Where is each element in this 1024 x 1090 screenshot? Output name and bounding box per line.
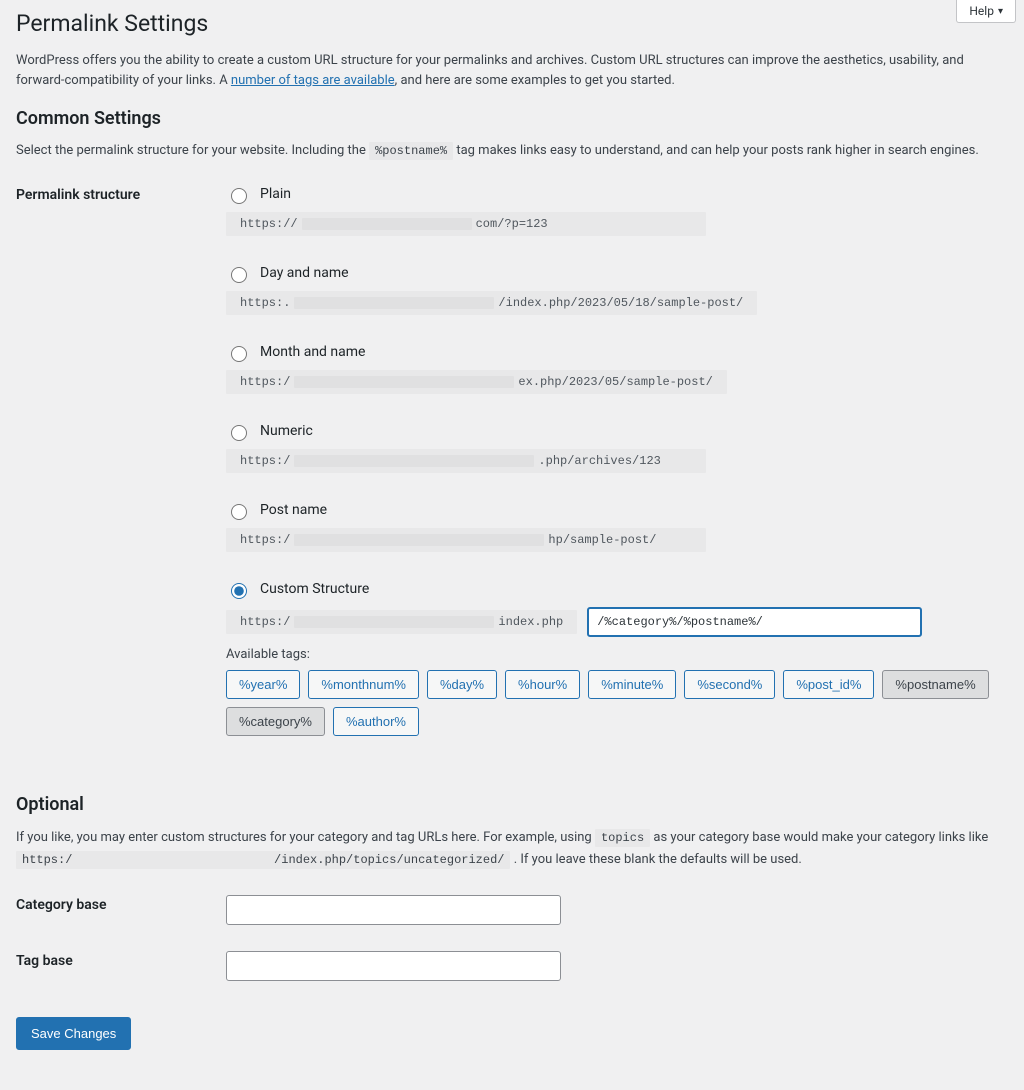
tag-base-input[interactable] — [226, 951, 561, 981]
option-month-name: Month and name https:/ ex.php/2023/05/sa… — [226, 343, 1008, 394]
common-settings-desc: Select the permalink structure for your … — [16, 141, 1008, 161]
option-day-name: Day and name https:. /index.php/2023/05/… — [226, 264, 1008, 315]
redacted-domain — [294, 376, 514, 388]
tag-button-author[interactable]: %author% — [333, 707, 419, 736]
tag-button-hour[interactable]: %hour% — [505, 670, 580, 699]
radio-post-name[interactable] — [231, 504, 247, 520]
option-custom: Custom Structure https:/ index.php Avail… — [226, 580, 1008, 736]
tag-button-postname[interactable]: %postname% — [882, 670, 988, 699]
tag-button-category[interactable]: %category% — [226, 707, 325, 736]
category-base-input[interactable] — [226, 895, 561, 925]
common-settings-heading: Common Settings — [16, 108, 1008, 129]
example-post-name: https:/ hp/sample-post/ — [226, 528, 706, 552]
example-month-name: https:/ ex.php/2023/05/sample-post/ — [226, 370, 727, 394]
radio-plain-label: Plain — [260, 186, 291, 202]
tag-button-day[interactable]: %day% — [427, 670, 497, 699]
tag-base-label: Tag base — [16, 951, 226, 969]
radio-day-name-label: Day and name — [260, 265, 349, 281]
tag-button-monthnum[interactable]: %monthnum% — [308, 670, 419, 699]
tag-button-second[interactable]: %second% — [684, 670, 775, 699]
redacted-domain — [294, 534, 544, 546]
radio-post-name-label: Post name — [260, 502, 327, 518]
radio-month-name[interactable] — [231, 346, 247, 362]
redacted-domain — [302, 218, 472, 230]
radio-numeric[interactable] — [231, 425, 247, 441]
optional-heading: Optional — [16, 794, 1008, 815]
save-changes-button[interactable]: Save Changes — [16, 1017, 131, 1050]
redacted-domain — [294, 297, 494, 309]
available-tags-label: Available tags: — [226, 647, 1008, 662]
radio-custom-label: Custom Structure — [260, 581, 369, 597]
category-base-label: Category base — [16, 895, 226, 913]
help-tab[interactable]: Help ▾ — [956, 0, 1016, 23]
custom-prefix-bar: https:/ index.php — [226, 610, 577, 634]
radio-day-name[interactable] — [231, 267, 247, 283]
available-tags: %year% %monthnum% %day% %hour% %minute% %seco… — [226, 670, 996, 736]
chevron-down-icon: ▾ — [998, 6, 1003, 17]
redacted-domain — [294, 455, 534, 467]
example-day-name: https:. /index.php/2023/05/18/sample-pos… — [226, 291, 757, 315]
radio-month-name-label: Month and name — [260, 344, 365, 360]
optional-desc: If you like, you may enter custom struct… — [16, 827, 1008, 871]
tag-button-minute[interactable]: %minute% — [588, 670, 676, 699]
option-numeric: Numeric https:/ .php/archives/123 — [226, 422, 1008, 473]
redacted-domain — [294, 616, 494, 628]
option-plain: Plain https:// com/?p=123 — [226, 185, 1008, 236]
example-plain: https:// com/?p=123 — [226, 212, 706, 236]
page-title: Permalink Settings — [16, 10, 1008, 37]
example-category-url: https:/ /index.php/topics/uncategorized/ — [16, 851, 510, 869]
help-label: Help — [969, 4, 994, 18]
radio-numeric-label: Numeric — [260, 423, 313, 439]
topics-code: topics — [595, 829, 650, 847]
postname-tag-code: %postname% — [369, 142, 453, 160]
example-numeric: https:/ .php/archives/123 — [226, 449, 706, 473]
radio-custom[interactable] — [231, 583, 247, 599]
tag-button-year[interactable]: %year% — [226, 670, 300, 699]
radio-plain[interactable] — [231, 188, 247, 204]
permalink-structure-label: Permalink structure — [16, 185, 226, 203]
tags-available-link[interactable]: number of tags are available — [231, 73, 395, 88]
option-post-name: Post name https:/ hp/sample-post/ — [226, 501, 1008, 552]
custom-structure-input[interactable] — [587, 607, 922, 637]
intro-paragraph: WordPress offers you the ability to crea… — [16, 51, 1008, 90]
tag-button-post_id[interactable]: %post_id% — [783, 670, 874, 699]
